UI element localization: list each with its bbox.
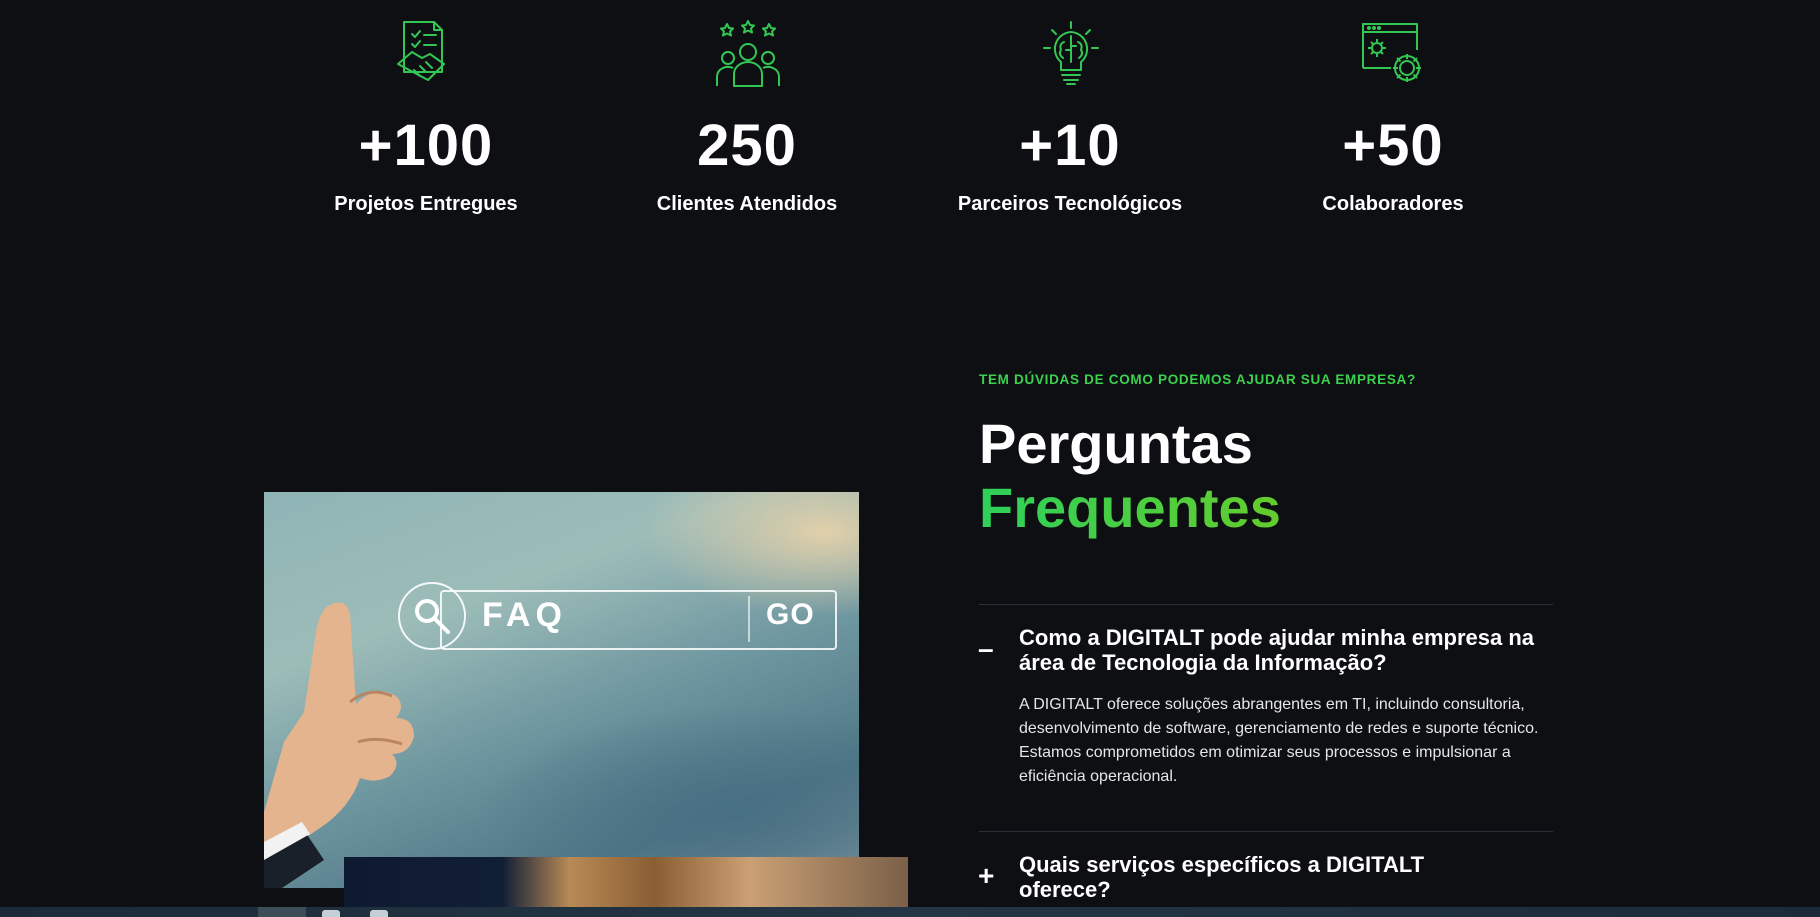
team-stars-icon [716,20,780,87]
faq-divider [979,831,1553,832]
stat-value: +100 [358,113,494,178]
stat-value: 250 [697,113,797,178]
stat-label: Projetos Entregues [334,193,518,215]
faq-illustration-image: FAQ GO [264,492,859,888]
expand-icon[interactable]: + [978,860,994,892]
taskbar-icon[interactable] [370,910,388,917]
handshake-document-icon [397,21,445,81]
search-icon [415,599,450,634]
faq-question-2[interactable]: Quais serviços específicos a DIGITALT of… [1019,852,1479,902]
stat-value: +50 [1342,113,1444,178]
taskbar-item[interactable] [258,907,306,917]
stat-value: +10 [1019,113,1121,178]
go-separator [748,596,750,642]
stat-label: Clientes Atendidos [656,193,838,215]
stat-label: Colaboradores [1322,193,1464,215]
faq-answer-1: A DIGITALT oferece soluções abrangentes … [1019,696,1539,785]
faq-divider [979,604,1553,605]
faq-kicker: TEM DÚVIDAS DE COMO PODEMOS AJUDAR SUA E… [979,372,1416,387]
browser-gears-icon [1362,23,1421,82]
stat-label: Parceiros Tecnológicos [957,193,1183,215]
faq-search-text: FAQ [482,596,567,634]
collapse-icon[interactable]: – [978,633,994,665]
search-icon-circle [398,582,466,650]
faq-title-line2: Frequentes [979,476,1281,539]
faq-title-line1: Perguntas [979,412,1253,475]
brain-lightbulb-icon [1043,21,1099,85]
faq-question-1[interactable]: Como a DIGITALT pode ajudar minha empres… [1019,625,1559,675]
go-text: GO [766,598,815,631]
taskbar-icon[interactable] [322,910,340,917]
